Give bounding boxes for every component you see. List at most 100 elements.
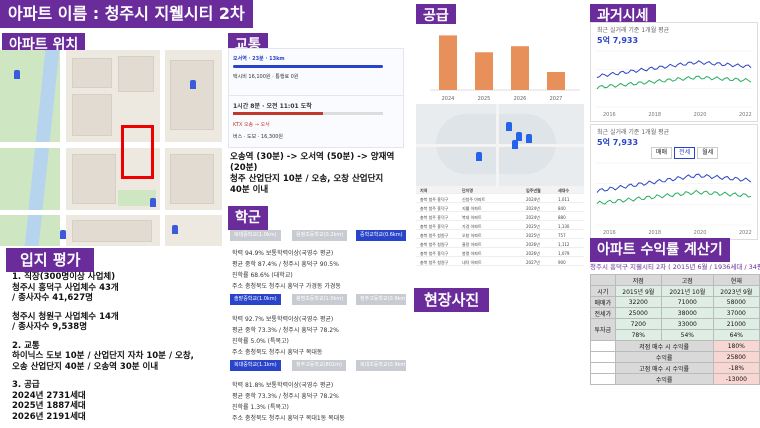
yield-cell: 시기 [590, 285, 616, 297]
school-tag[interactable]: 복대초등학교(0.9km) [356, 360, 406, 371]
yield-cell: 수익률 [614, 351, 714, 363]
supply-tick-label: 2027 [550, 96, 563, 102]
yield-calculator: 청주시 흥덕구 지웰시티 2차 ( 2015년 6월 / 1936세대 / 34… [590, 260, 760, 428]
tab-jeonse[interactable]: 전세 [674, 147, 696, 159]
yield-cell: 저점 매수 시 수익률 [614, 340, 714, 352]
supply-chart: 2024 2025 2026 2027 [416, 24, 584, 102]
yield-cell: 25800 [712, 351, 760, 363]
transport-route-panel[interactable]: 오서역 · 23분 · 13km 택시비 16,100원 · 통행료 0원 1시… [228, 48, 404, 148]
route-row: 버스 · 도보 · 16,300원 [233, 133, 283, 140]
school-line: 학력 94.9% 보통학력이상(국영수 평균) [232, 250, 334, 257]
yield-cell: 고점 [660, 274, 714, 286]
price-series-line [596, 60, 752, 79]
price-tick-label: 2022 [739, 112, 752, 117]
school-line: 진학률 1.3% (특목고) [232, 404, 289, 411]
price-caption: 최근 실거래 기준 1개월 평균 [597, 129, 670, 136]
eval-line: 3. 공급 [12, 380, 40, 390]
transport-line: 청주 산업단지 10분 / 오송, 오창 산업단지 [230, 174, 384, 184]
price-tick-label: 2016 [603, 230, 616, 235]
price-line-svg: 2016 2018 2020 2022 [595, 50, 753, 117]
route-row-label: 버스 · 도보 · 16,300원 [233, 134, 284, 140]
location-eval-text: 1. 직장(300명이상 사업체) 청주시 흥덕구 사업체수 43개 / 종사자… [12, 272, 222, 422]
price-tick-label: 2020 [694, 112, 707, 117]
yield-cell: 25000 [614, 307, 662, 319]
yield-cell: 투자금 [590, 318, 616, 341]
school-tag[interactable]: 청주고등학교(0.9km) [356, 294, 406, 305]
yield-cell: 2015년 9월 [614, 285, 662, 297]
eval-line: 2024년 2731세대 [12, 390, 86, 401]
eval-line: 하이닉스 도보 10분 / 산업단지 자차 10분 / 오창, [12, 351, 194, 361]
eval-line: / 종사자수 9,538명 [12, 322, 88, 332]
price-value: 5억 7,933 [597, 138, 639, 147]
yield-cell: 전세가 [590, 307, 616, 319]
route-row-label: KTX 오송 → 오서 [233, 122, 270, 128]
yield-cell: 58000 [712, 296, 760, 308]
school-panel: 복대중학교(1.0km) 용정초등학교(0.2km) 중학교학교(0.6km) … [228, 226, 406, 426]
eval-line: 청주시 흥덕구 사업체수 43개 [12, 282, 119, 293]
school-tag[interactable]: 봉명초등학교(1.0km) [292, 294, 348, 305]
section-yield-header: 아파트 수익률 계산기 [590, 238, 730, 262]
yield-cell: 38000 [660, 307, 714, 319]
transport-summary: 오송역 (30분) -> 오서역 (50분) -> 양재역 (20분) 청주 산… [230, 152, 394, 196]
yield-cell: 7200 [614, 318, 662, 330]
price-tick-label: 2018 [648, 112, 661, 117]
yield-cell: 78% [614, 329, 662, 341]
school-line: 주소 충청북도 청주시 흥덕구 가경동 가경동 [232, 283, 341, 290]
yield-cell: 180% [712, 340, 760, 352]
transport-line: (20분) [230, 163, 258, 173]
eval-line: 2026년 2191세대 [12, 411, 86, 422]
school-tag[interactable]: 복대중학교(1.0km) [230, 230, 281, 241]
school-line: 주소 충청북도 청주시 흥덕구 복대동 [232, 349, 323, 356]
price-tick-label: 2020 [694, 230, 707, 235]
yield-table: 저점 고점 현재 시기 2015년 9월 2021년 10월 2023년 9월 … [590, 274, 760, 385]
school-line: 주소 충청북도 청주시 흥덕구 복대1동 복대동 [232, 415, 345, 422]
school-line: 평균 중학 73.3% / 청주시 흥덕구 78.2% [232, 327, 339, 334]
route-row: KTX 오송 → 오서 [233, 121, 270, 128]
school-tag[interactable]: 중학교학교(0.6km) [356, 230, 406, 241]
yield-cell: 매매가 [590, 296, 616, 308]
yield-cell: 64% [712, 329, 760, 341]
route-row: 오서역 · 23분 · 13km [233, 55, 285, 62]
yield-title: 청주시 흥덕구 지웰시티 2차 ( 2015년 6월 / 1936세대 / 34… [590, 263, 760, 271]
price-value: 5억 7,933 [597, 36, 639, 45]
school-line: 진학률 5.0% (특목고) [232, 338, 289, 345]
route-row-label: 1시간 8분 · 오전 11:01 도착 [233, 103, 312, 110]
price-chart-1[interactable]: 최근 실거래 기준 1개월 평균 5억 7,933 2016 2018 2020 20… [590, 22, 758, 122]
yield-cell: 고점 매수 시 수익률 [614, 362, 714, 374]
transport-line: 오송역 (30분) -> 오서역 (50분) -> 양재역 [230, 152, 395, 162]
school-line: 학력 92.7% 보통학력이상(국영수 평균) [232, 316, 334, 323]
price-line-svg: 2016 2018 2020 2022 [595, 162, 753, 235]
route-row: 택시비 16,100원 · 통행료 0원 [233, 73, 298, 80]
supply-tick-label: 2026 [514, 96, 527, 102]
school-tag[interactable]: 복대중학교(1.1km) [230, 360, 281, 371]
tab-monthly[interactable]: 월세 [697, 147, 719, 159]
school-line: 평균 중학 87.4% / 청주시 흥덕구 90.5% [232, 261, 339, 268]
yield-cell: 33000 [660, 318, 714, 330]
school-line: 평균 중학 73.3% / 청주시 흥덕구 78.2% [232, 393, 339, 400]
yield-cell: 71000 [660, 296, 714, 308]
school-tag[interactable]: 솔밭중학교(1.0km) [230, 294, 281, 305]
yield-cell: 21000 [712, 318, 760, 330]
yield-cell: 저점 [614, 274, 662, 286]
price-series-line [596, 75, 752, 90]
supply-map[interactable] [416, 104, 584, 186]
school-tag[interactable]: 용정초등학교(0.2km) [292, 230, 348, 241]
supply-list: 지역 단지명 입주년월 세대수 충북 청주 흥덕구 신청주 아파트 2024년 1,011 … [416, 186, 584, 284]
yield-cell: 37000 [712, 307, 760, 319]
price-chart-2[interactable]: 최근 실거래 기준 1개월 평균 5억 7,933 매매 전세 월세 2016 2… [590, 124, 758, 240]
eval-line: 1. 직장(300명이상 사업체) [12, 272, 116, 282]
supply-tick-label: 2024 [442, 96, 455, 102]
price-tick-label: 2018 [648, 230, 661, 235]
school-tag[interactable]: 청주고등학교(802m) [292, 360, 346, 371]
price-caption: 최근 실거래 기준 1개월 평균 [597, 27, 670, 34]
yield-cell: 2021년 10월 [660, 285, 714, 297]
route-row-label: 오서역 · 23분 · 13km [233, 56, 285, 62]
yield-cell: -18% [712, 362, 760, 374]
tab-sale[interactable]: 매매 [651, 147, 673, 159]
supply-chart-svg: 2024 2025 2026 2027 [430, 35, 580, 102]
route-row: 1시간 8분 · 오전 11:01 도착 [233, 101, 312, 110]
yield-cell: 54% [660, 329, 714, 341]
supply-bar [511, 46, 529, 90]
location-map[interactable] [0, 50, 222, 246]
eval-line: 청주시 청원구 사업체수 14개 [12, 311, 119, 322]
